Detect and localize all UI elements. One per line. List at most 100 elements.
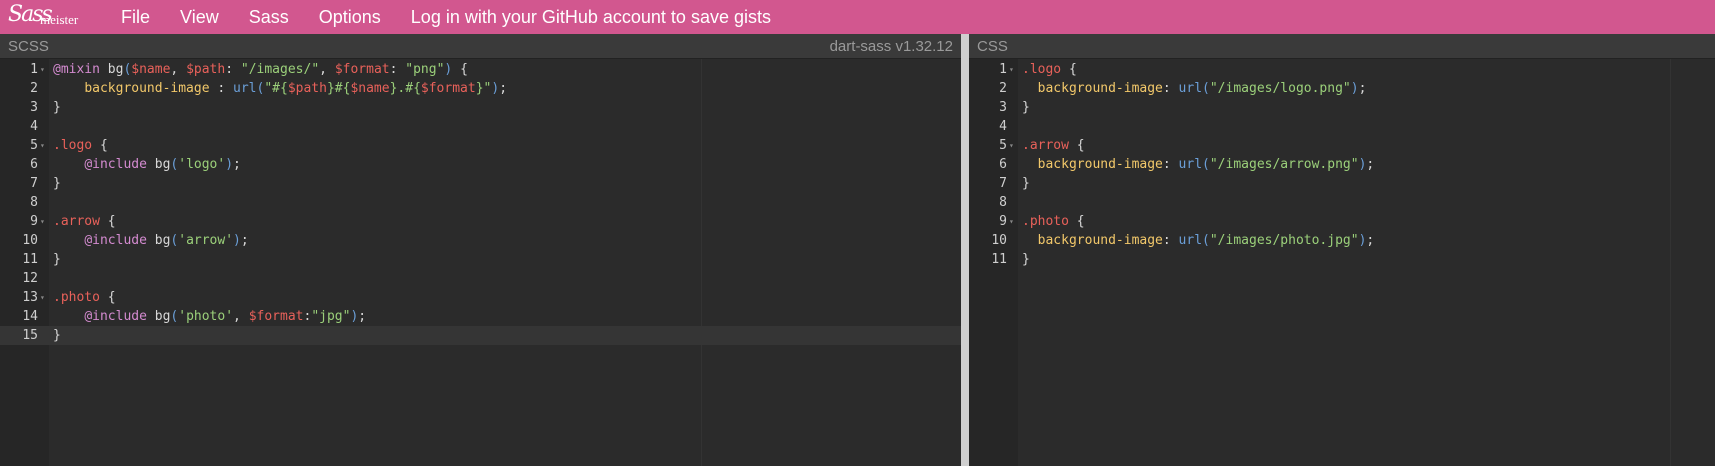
- fold-toggle-icon[interactable]: ▾: [1009, 60, 1014, 79]
- scss-panel: SCSS dart-sass v1.32.12 1 ▾ @mixin bg($nam…: [0, 34, 961, 466]
- top-bar: Sass meister File View Sass Options Log …: [0, 0, 1715, 34]
- scss-line[interactable]: 1 ▾ @mixin bg($name, $path: "/images/", $f…: [0, 60, 961, 79]
- scss-line[interactable]: 7}: [0, 174, 961, 193]
- css-code: background-image: url("/images/arrow.png…: [1037, 157, 1375, 172]
- css-panel-header: CSS: [969, 34, 1715, 59]
- github-login-link[interactable]: Log in with your GitHub account to save …: [396, 5, 786, 29]
- compiler-version[interactable]: dart-sass v1.32.12: [830, 38, 953, 55]
- scss-code: @include bg('arrow');: [84, 233, 249, 248]
- scss-line[interactable]: 10 @include bg('arrow');: [0, 231, 961, 250]
- css-code: }: [1022, 176, 1030, 191]
- scss-code: }: [53, 252, 61, 267]
- line-number: 5: [999, 138, 1007, 153]
- line-number: 9: [30, 214, 38, 229]
- css-line[interactable]: 1 ▾ .logo {: [969, 60, 1715, 79]
- css-code: .photo {: [1022, 214, 1085, 229]
- css-code: .logo {: [1022, 62, 1077, 77]
- scss-line[interactable]: 13 ▾ .photo {: [0, 288, 961, 307]
- css-line[interactable]: 4: [969, 117, 1715, 136]
- css-line[interactable]: 8: [969, 193, 1715, 212]
- line-number: 5: [30, 138, 38, 153]
- line-number: 8: [30, 195, 38, 210]
- css-code-lines[interactable]: 1 ▾ .logo {2 background-image: url("/image…: [969, 59, 1715, 269]
- css-line[interactable]: 11}: [969, 250, 1715, 269]
- scss-line[interactable]: 4: [0, 117, 961, 136]
- scss-line[interactable]: 6 @include bg('logo');: [0, 155, 961, 174]
- css-editor[interactable]: 1 ▾ .logo {2 background-image: url("/image…: [969, 59, 1715, 466]
- scss-code: .logo {: [53, 138, 108, 153]
- scss-code: @include bg('logo');: [84, 157, 241, 172]
- fold-toggle-icon[interactable]: ▾: [1009, 212, 1014, 231]
- css-line[interactable]: 9 ▾ .photo {: [969, 212, 1715, 231]
- line-number: 6: [999, 157, 1007, 172]
- scss-editor[interactable]: 1 ▾ @mixin bg($name, $path: "/images/", $f…: [0, 59, 961, 466]
- scss-code: }: [53, 328, 61, 343]
- line-number: 13: [22, 290, 38, 305]
- line-number: 12: [22, 271, 38, 286]
- scss-code-lines[interactable]: 1 ▾ @mixin bg($name, $path: "/images/", $f…: [0, 59, 961, 345]
- scss-line[interactable]: 8: [0, 193, 961, 212]
- menu-view[interactable]: View: [165, 5, 234, 29]
- css-line[interactable]: 10 background-image: url("/images/photo.…: [969, 231, 1715, 250]
- line-number: 2: [30, 81, 38, 96]
- css-code: .arrow {: [1022, 138, 1085, 153]
- line-number: 10: [991, 233, 1007, 248]
- line-number: 6: [30, 157, 38, 172]
- scss-line[interactable]: 12: [0, 269, 961, 288]
- fold-toggle-icon[interactable]: ▾: [40, 60, 45, 79]
- scss-line[interactable]: 15}: [0, 326, 961, 345]
- scss-code: @include bg('photo', $format:"jpg");: [84, 309, 367, 324]
- line-number: 11: [991, 252, 1007, 267]
- line-number: 4: [30, 119, 38, 134]
- scss-panel-header: SCSS dart-sass v1.32.12: [0, 34, 961, 59]
- line-number: 10: [22, 233, 38, 248]
- scss-panel-title: SCSS: [8, 37, 49, 55]
- menu-options[interactable]: Options: [304, 5, 396, 29]
- line-number: 1: [999, 62, 1007, 77]
- menu-sass[interactable]: Sass: [234, 5, 304, 29]
- css-line[interactable]: 7}: [969, 174, 1715, 193]
- sassmeister-logo[interactable]: Sass meister: [6, 0, 106, 34]
- css-code: }: [1022, 252, 1030, 267]
- css-line[interactable]: 5 ▾ .arrow {: [969, 136, 1715, 155]
- fold-toggle-icon[interactable]: ▾: [40, 212, 45, 231]
- css-line[interactable]: 6 background-image: url("/images/arrow.p…: [969, 155, 1715, 174]
- css-line[interactable]: 2 background-image: url("/images/logo.pn…: [969, 79, 1715, 98]
- css-panel: CSS 1 ▾ .logo {2 background-image: url("/i…: [969, 34, 1715, 466]
- line-number: 9: [999, 214, 1007, 229]
- scss-line[interactable]: 5 ▾ .logo {: [0, 136, 961, 155]
- line-number: 2: [999, 81, 1007, 96]
- scss-code: .arrow {: [53, 214, 116, 229]
- scss-code: background-image : url("#{$path}#{$name}…: [84, 81, 508, 96]
- menu-file[interactable]: File: [106, 5, 165, 29]
- line-number: 4: [999, 119, 1007, 134]
- panel-divider[interactable]: [961, 34, 969, 466]
- logo-word: meister: [40, 12, 79, 27]
- line-number: 7: [999, 176, 1007, 191]
- line-number: 7: [30, 176, 38, 191]
- line-number: 8: [999, 195, 1007, 210]
- scss-line[interactable]: 3}: [0, 98, 961, 117]
- line-number: 3: [999, 100, 1007, 115]
- scss-line[interactable]: 2 background-image : url("#{$path}#{$nam…: [0, 79, 961, 98]
- scss-line[interactable]: 14 @include bg('photo', $format:"jpg");: [0, 307, 961, 326]
- css-code: background-image: url("/images/photo.jpg…: [1037, 233, 1375, 248]
- scss-line[interactable]: 9 ▾ .arrow {: [0, 212, 961, 231]
- line-number: 14: [22, 309, 38, 324]
- scss-code: @mixin bg($name, $path: "/images/", $for…: [53, 62, 468, 77]
- line-number: 15: [22, 328, 38, 343]
- fold-toggle-icon[interactable]: ▾: [1009, 136, 1014, 155]
- line-number: 1: [30, 62, 38, 77]
- scss-code: .photo {: [53, 290, 116, 305]
- css-code: background-image: url("/images/logo.png"…: [1037, 81, 1367, 96]
- css-line[interactable]: 3}: [969, 98, 1715, 117]
- main-menu: File View Sass Options Log in with your …: [106, 0, 786, 34]
- line-number: 11: [22, 252, 38, 267]
- scss-code: }: [53, 176, 61, 191]
- fold-toggle-icon[interactable]: ▾: [40, 288, 45, 307]
- css-code: }: [1022, 100, 1030, 115]
- css-panel-title: CSS: [977, 37, 1008, 55]
- line-number: 3: [30, 100, 38, 115]
- scss-line[interactable]: 11}: [0, 250, 961, 269]
- fold-toggle-icon[interactable]: ▾: [40, 136, 45, 155]
